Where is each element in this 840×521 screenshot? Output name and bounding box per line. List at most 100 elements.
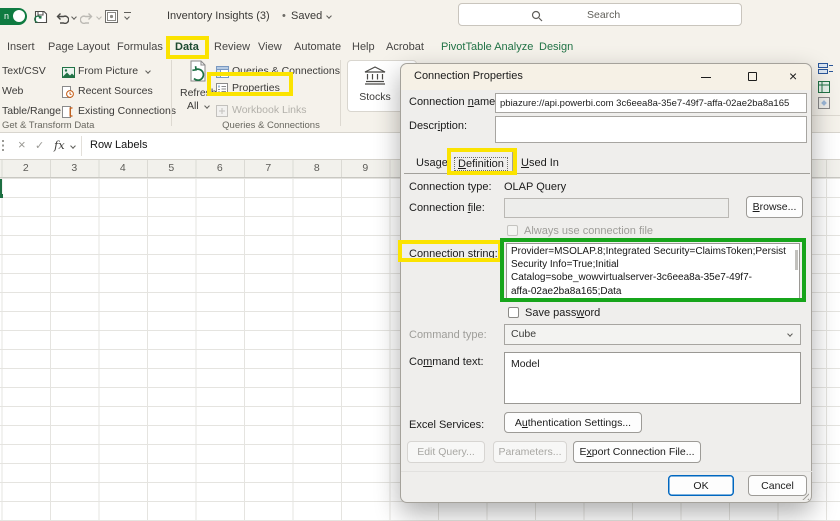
- authentication-settings-button[interactable]: Authentication Settings...: [504, 412, 642, 433]
- autosave-label: n: [4, 11, 9, 21]
- column-header[interactable]: 6: [196, 162, 245, 174]
- excel-window: n Inventory Insights (3) • Saved Search …: [0, 0, 840, 521]
- label-text: Parameters...: [498, 446, 561, 458]
- dialog-titlebar[interactable]: Connection Properties ×: [401, 64, 811, 90]
- tab-formulas[interactable]: Formulas: [117, 41, 163, 53]
- browse-button[interactable]: Browse...: [746, 196, 803, 218]
- recent-sources-icon: [62, 85, 74, 103]
- ok-button[interactable]: OK: [668, 475, 734, 496]
- description-label: Description:: [409, 120, 467, 132]
- minimize-icon[interactable]: [701, 77, 711, 78]
- ribbon-right-icon-3[interactable]: [818, 96, 831, 114]
- column-header[interactable]: 5: [147, 162, 196, 174]
- undo-icon[interactable]: [55, 11, 69, 29]
- tab-automate[interactable]: Automate: [294, 41, 341, 53]
- search-input[interactable]: Search: [458, 3, 742, 26]
- formula-bar-dropdown-icon[interactable]: [70, 143, 76, 149]
- confirm-entry-icon[interactable]: ✓: [35, 139, 44, 152]
- command-text-value: Model: [511, 358, 540, 370]
- connection-type-label: Connection type:: [409, 181, 492, 193]
- qat-customize-icon[interactable]: [124, 12, 131, 13]
- connection-file-label: Connection file:: [409, 202, 485, 214]
- tab-design[interactable]: Design: [539, 41, 573, 53]
- ribbon-divider: [171, 60, 172, 126]
- column-header[interactable]: 4: [99, 162, 148, 174]
- namebox-resize-handle[interactable]: [2, 140, 4, 152]
- column-header[interactable]: 9: [341, 162, 390, 174]
- maximize-icon[interactable]: [748, 72, 757, 81]
- label-text: mand text:: [432, 356, 483, 368]
- label-accel: U: [521, 157, 529, 169]
- command-type-dropdown: Cube: [504, 324, 801, 345]
- label-text: sed In: [529, 157, 559, 169]
- from-picture-dropdown-icon[interactable]: [145, 68, 151, 74]
- ribbon-item-workbook-links: Workbook Links: [232, 104, 307, 116]
- tab-help[interactable]: Help: [352, 41, 375, 53]
- ribbon-item-from-table-range[interactable]: Table/Range: [2, 105, 61, 117]
- label-text: OK: [693, 480, 708, 492]
- formula-bar-value[interactable]: Row Labels: [90, 139, 147, 151]
- insert-function-icon[interactable]: fx: [54, 138, 65, 152]
- highlight-connection-string-label: [398, 240, 502, 262]
- dialog-title: Connection Properties: [414, 70, 523, 82]
- close-icon[interactable]: ×: [789, 68, 797, 84]
- highlight-properties-button: [207, 72, 293, 96]
- parameters-button: Parameters...: [493, 441, 567, 463]
- save-status[interactable]: Saved: [291, 10, 322, 22]
- title-separator-dot: •: [282, 10, 286, 22]
- column-header[interactable]: 3: [50, 162, 99, 174]
- redo-icon: [80, 11, 94, 29]
- command-text-textarea[interactable]: Model: [504, 352, 801, 404]
- tab-view[interactable]: View: [258, 41, 282, 53]
- connection-name-input[interactable]: pbiazure://api.powerbi.com 3c6eea8a-35e7…: [495, 93, 807, 113]
- always-use-connection-file-label: Always use connection file: [524, 225, 653, 237]
- tab-insert[interactable]: Insert: [7, 41, 35, 53]
- autosave-toggle[interactable]: n: [0, 8, 27, 25]
- connection-file-input: [504, 198, 729, 218]
- ribbon-item-existing-connections[interactable]: Existing Connections: [78, 105, 176, 117]
- label-text: ile:: [471, 202, 485, 214]
- cancel-button[interactable]: Cancel: [748, 475, 807, 496]
- description-input[interactable]: [495, 116, 807, 143]
- ribbon-item-from-text-csv[interactable]: Text/CSV: [2, 65, 46, 77]
- column-header[interactable]: 7: [244, 162, 293, 174]
- label-text: A: [515, 417, 522, 429]
- tab-pivottable-analyze[interactable]: PivotTable Analyze: [441, 41, 533, 53]
- ribbon-item-from-web[interactable]: Web: [2, 85, 23, 97]
- label-text: rowse...: [760, 201, 797, 213]
- ribbon-right-icon-1[interactable]: [818, 62, 840, 80]
- tab-used-in[interactable]: Used In: [521, 157, 559, 169]
- label-text: Save pass: [525, 307, 576, 319]
- tab-usage[interactable]: Usage: [416, 157, 448, 169]
- qat-customize-chevron-icon[interactable]: [124, 14, 130, 20]
- tab-page-layout[interactable]: Page Layout: [48, 41, 110, 53]
- export-connection-file-button[interactable]: Export Connection File...: [573, 441, 701, 463]
- refresh-all-dropdown-icon[interactable]: [204, 103, 210, 109]
- label-text: Edit Query...: [417, 446, 475, 458]
- label-text: Connection: [409, 96, 468, 108]
- command-type-label: Command type:: [409, 329, 487, 341]
- selection-fill-handle[interactable]: [0, 194, 3, 198]
- tab-acrobat[interactable]: Acrobat: [386, 41, 424, 53]
- document-title[interactable]: Inventory Insights (3): [167, 10, 270, 22]
- tab-review[interactable]: Review: [214, 41, 250, 53]
- search-placeholder: Search: [587, 9, 620, 21]
- undo-dropdown-icon[interactable]: [71, 14, 77, 20]
- autosave-knob: [13, 10, 25, 22]
- search-icon: [531, 9, 543, 27]
- refresh-all-button-line2[interactable]: All: [187, 100, 199, 112]
- label-text: ord: [584, 307, 600, 319]
- label-text: Cancel: [761, 480, 794, 492]
- qat-tool-icon[interactable]: [105, 10, 118, 28]
- ribbon-item-from-picture[interactable]: From Picture: [78, 65, 138, 77]
- save-password-checkbox[interactable]: [508, 307, 519, 318]
- dialog-footer-separator: [401, 471, 813, 472]
- command-text-label: Command text:: [409, 356, 484, 368]
- label-text: E: [580, 446, 587, 458]
- ribbon-item-recent-sources[interactable]: Recent Sources: [78, 85, 153, 97]
- save-icon[interactable]: [34, 10, 48, 29]
- cancel-entry-icon[interactable]: ×: [18, 137, 26, 152]
- column-header[interactable]: 2: [2, 162, 51, 174]
- column-header[interactable]: 8: [293, 162, 342, 174]
- title-dropdown-icon[interactable]: [326, 13, 332, 19]
